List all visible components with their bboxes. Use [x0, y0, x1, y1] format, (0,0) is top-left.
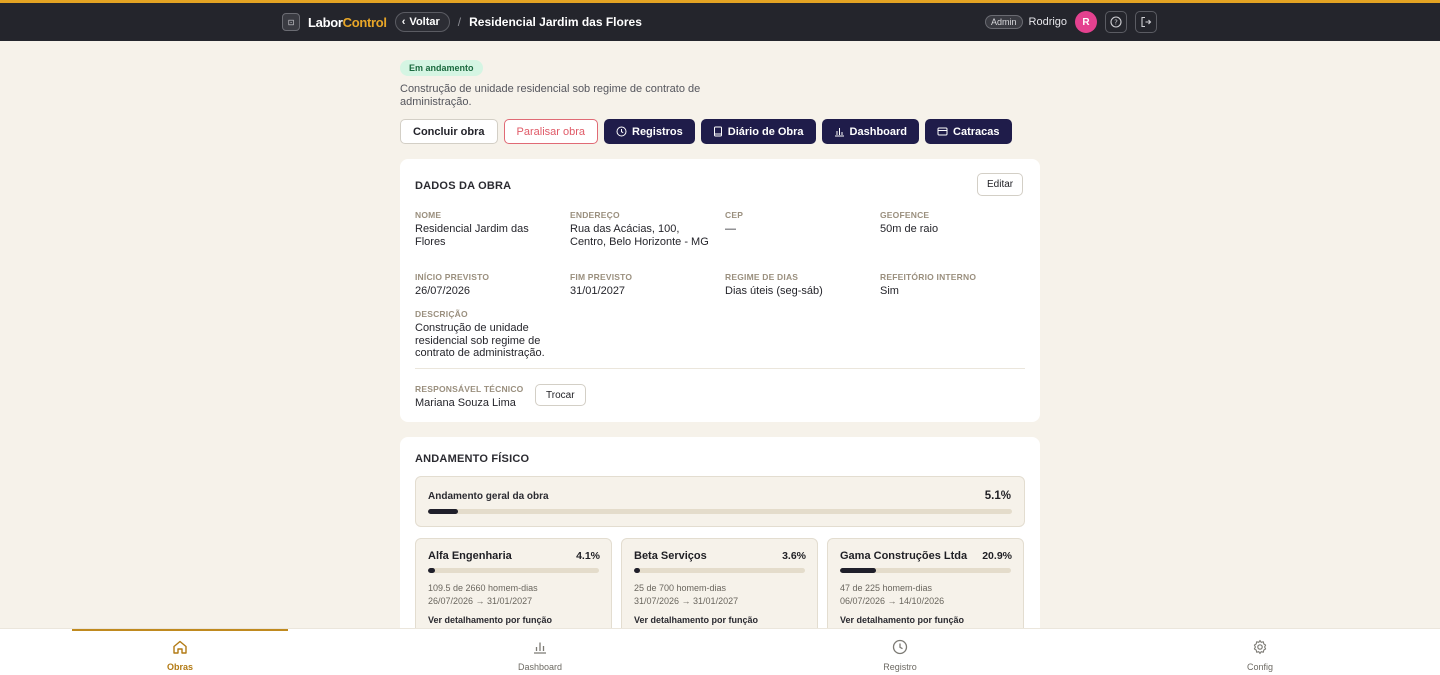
section-title: ANDAMENTO FÍSICO — [415, 453, 530, 465]
company-progress-fill — [840, 568, 876, 573]
field-technical-responsible: RESPONSÁVEL TÉCNICO Mariana Souza Lima — [415, 384, 524, 409]
nav-item-config[interactable]: Config — [1200, 637, 1320, 672]
brand-logo[interactable]: LaborControl — [308, 15, 387, 30]
nav-item-obras[interactable]: Obras — [120, 637, 240, 672]
company-progress-card[interactable]: Beta Serviços 3.6% 25 de 700 homem-dias … — [621, 538, 818, 638]
company-progress-card[interactable]: Gama Construções Ltda 20.9% 47 de 225 ho… — [827, 538, 1024, 638]
help-icon[interactable]: ? — [1105, 11, 1128, 33]
field-name: NOME Residencial Jardim das Flores — [415, 210, 529, 248]
overall-progress-label: Andamento geral da obra — [428, 491, 549, 502]
company-progress-fill — [634, 568, 641, 573]
company-progress-track — [634, 568, 805, 573]
field-address: ENDEREÇO Rua das Acácias, 100, Centro, B… — [570, 210, 709, 248]
field-cep: CEP — — [725, 210, 744, 235]
user-name: Rodrigo — [1028, 16, 1068, 28]
function-breakdown-link[interactable]: Ver detalhamento por função — [634, 615, 758, 625]
clock-icon — [840, 637, 960, 656]
pause-project-button[interactable]: Paralisar obra — [503, 119, 598, 144]
function-breakdown-link[interactable]: Ver detalhamento por função — [840, 615, 964, 625]
company-progress-track — [840, 568, 1011, 573]
edit-button[interactable]: Editar — [977, 173, 1024, 196]
dashboard-button[interactable]: Dashboard — [821, 119, 920, 144]
company-progress-card[interactable]: Alfa Engenharia 4.1% 109.5 de 2660 homem… — [415, 538, 612, 638]
nav-active-indicator — [72, 629, 288, 631]
bottom-nav: Obras Dashboard Registro Config — [0, 628, 1440, 675]
project-description: Construção de unidade residencial sob re… — [400, 83, 701, 108]
clock-icon — [616, 126, 627, 137]
records-button[interactable]: Registros — [604, 119, 695, 144]
status-badge: Em andamento — [400, 60, 483, 76]
turnstiles-button[interactable]: Catracas — [925, 119, 1012, 144]
avatar[interactable]: R — [1075, 11, 1098, 33]
field-description: DESCRIÇÃO Construção de unidade residenc… — [415, 309, 545, 359]
chevron-left-icon: ‹ — [401, 16, 406, 28]
overall-progress-fill — [428, 509, 458, 514]
turnstile-icon — [937, 127, 948, 136]
field-start-date: INÍCIO PREVISTO 26/07/2026 — [415, 272, 490, 297]
field-end-date: FIM PREVISTO 31/01/2027 — [570, 272, 633, 297]
diary-button[interactable]: Diário de Obra — [700, 119, 816, 144]
project-details-card: DADOS DA OBRA Editar NOME Residencial Ja… — [400, 159, 1040, 422]
field-canteen: REFEITÓRIO INTERNO Sim — [880, 272, 977, 297]
app-logo-icon[interactable]: ⊡ — [282, 13, 300, 31]
section-title: DADOS DA OBRA — [415, 180, 512, 192]
logout-icon[interactable] — [1135, 11, 1158, 33]
breadcrumb-separator: / — [457, 15, 462, 29]
overall-progress-track — [428, 509, 1012, 514]
field-day-regime: REGIME DE DIAS Dias úteis (seg-sáb) — [725, 272, 823, 297]
bar-chart-icon — [834, 128, 844, 137]
back-button[interactable]: ‹ Voltar — [394, 12, 450, 32]
book-icon — [713, 126, 722, 137]
function-breakdown-link[interactable]: Ver detalhamento por função — [428, 615, 552, 625]
page-title: Residencial Jardim das Flores — [469, 15, 642, 29]
role-badge: Admin — [985, 15, 1023, 29]
nav-item-dashboard[interactable]: Dashboard — [480, 637, 600, 672]
overall-progress-panel: Andamento geral da obra 5.1% — [415, 476, 1025, 527]
nav-item-registro[interactable]: Registro — [840, 637, 960, 672]
top-bar: ⊡ LaborControl ‹ Voltar / Residencial Ja… — [0, 0, 1440, 41]
swap-responsible-button[interactable]: Trocar — [535, 384, 586, 406]
home-icon — [120, 637, 240, 656]
field-geofence: GEOFENCE 50m de raio — [880, 210, 939, 235]
bar-chart-icon — [480, 637, 600, 656]
svg-text:?: ? — [1114, 19, 1118, 27]
finish-project-button[interactable]: Concluir obra — [400, 119, 498, 144]
action-bar: Concluir obra Paralisar obra Registros D… — [400, 119, 1012, 144]
company-progress-fill — [428, 568, 435, 573]
gear-icon — [1200, 637, 1320, 656]
overall-progress-value: 5.1% — [984, 490, 1011, 502]
company-progress-track — [428, 568, 599, 573]
divider — [415, 368, 1025, 369]
